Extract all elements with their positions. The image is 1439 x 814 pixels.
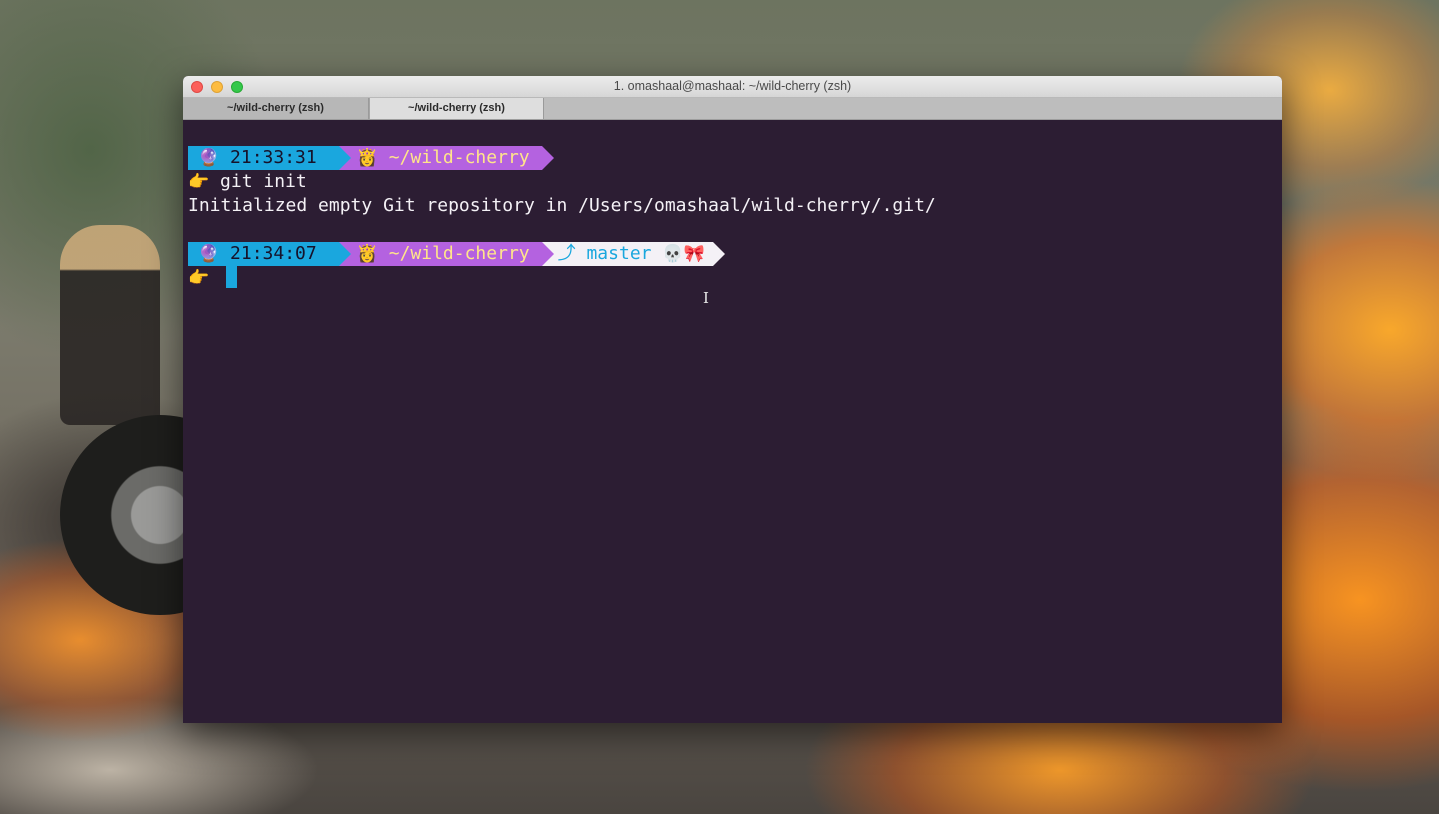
powerline-separator-icon xyxy=(712,242,725,266)
powerline-separator-icon xyxy=(541,242,554,266)
tab-wild-cherry-1[interactable]: ~/wild-cherry (zsh) xyxy=(183,98,369,119)
terminal-window: 1. omashaal@mashaal: ~/wild-cherry (zsh)… xyxy=(183,76,1282,723)
tab-bar: ~/wild-cherry (zsh) ~/wild-cherry (zsh) xyxy=(183,98,1282,120)
princess-icon: 👸 xyxy=(356,148,378,168)
crystal-ball-icon: 🔮 xyxy=(198,244,220,264)
pointing-hand-icon: 👉 xyxy=(188,268,210,288)
git-branch-name: master xyxy=(586,243,652,264)
window-title: 1. omashaal@mashaal: ~/wild-cherry (zsh) xyxy=(613,79,852,93)
time-segment: 🔮 21:34:07 xyxy=(188,242,339,266)
prompt-time: 21:33:31 xyxy=(230,147,317,168)
command-line-2[interactable]: 👉 xyxy=(188,266,238,290)
time-segment: 🔮 21:33:31 xyxy=(188,146,339,170)
title-bar[interactable]: 1. omashaal@mashaal: ~/wild-cherry (zsh) xyxy=(183,76,1282,98)
text-cursor xyxy=(226,266,238,288)
tab-wild-cherry-2[interactable]: ~/wild-cherry (zsh) xyxy=(369,98,544,119)
skull-ribbon-status-icon: 💀🎀 xyxy=(662,244,705,264)
crystal-ball-icon: 🔮 xyxy=(198,148,220,168)
prompt-line-2: 🔮 21:34:07 👸 ~/wild-cherry ⤴ master 💀🎀 xyxy=(188,242,725,266)
prompt-time: 21:34:07 xyxy=(230,243,317,264)
path-segment: 👸 ~/wild-cherry xyxy=(350,242,542,266)
powerline-separator-icon xyxy=(338,242,351,266)
git-branch-segment: ⤴ master 💀🎀 xyxy=(553,242,713,266)
pointing-hand-icon: 👉 xyxy=(188,172,210,192)
command-line-1: 👉 git init xyxy=(188,170,307,194)
ibeam-cursor-icon: I xyxy=(703,289,709,307)
wallpaper-figure xyxy=(60,225,160,425)
powerline-separator-icon xyxy=(541,146,554,170)
command-text: git init xyxy=(220,171,307,192)
git-branch-icon: ⤴ xyxy=(557,243,576,264)
prompt-line-1: 🔮 21:33:31 👸 ~/wild-cherry xyxy=(188,146,554,170)
path-segment: 👸 ~/wild-cherry xyxy=(350,146,542,170)
powerline-separator-icon xyxy=(338,146,351,170)
command-output: Initialized empty Git repository in /Use… xyxy=(188,195,936,216)
prompt-path: ~/wild-cherry xyxy=(388,243,530,264)
desktop: { "window": { "title": "1. omashaal@mash… xyxy=(0,0,1439,814)
prompt-path: ~/wild-cherry xyxy=(388,147,530,168)
princess-icon: 👸 xyxy=(356,244,378,264)
